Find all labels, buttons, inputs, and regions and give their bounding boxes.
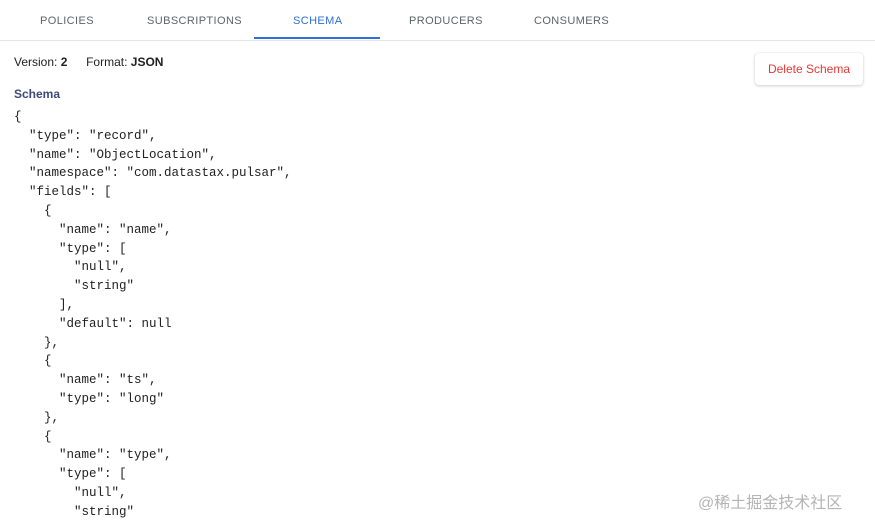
schema-section-title: Schema — [14, 87, 61, 101]
version-value: 2 — [60, 55, 68, 69]
tab-schema[interactable]: SCHEMA — [293, 0, 342, 40]
schema-code-block: { "type": "record", "name": "ObjectLocat… — [14, 110, 292, 519]
delete-schema-button[interactable]: Delete Schema — [755, 53, 863, 85]
tab-subscriptions[interactable]: SUBSCRIPTIONS — [147, 0, 242, 40]
tab-bar: POLICIES SUBSCRIPTIONS SCHEMA PRODUCERS … — [0, 0, 875, 41]
format-value: JSON — [130, 55, 164, 69]
schema-meta: Version: 2 Format: JSON — [14, 55, 163, 69]
tab-producers[interactable]: PRODUCERS — [409, 0, 483, 40]
version-label: Version: — [14, 55, 58, 69]
active-tab-indicator — [254, 37, 380, 39]
tab-policies[interactable]: POLICIES — [40, 0, 94, 40]
format-label: Format: — [86, 55, 128, 69]
tab-consumers[interactable]: CONSUMERS — [534, 0, 609, 40]
watermark: @稀土掘金技术社区 — [698, 495, 843, 512]
